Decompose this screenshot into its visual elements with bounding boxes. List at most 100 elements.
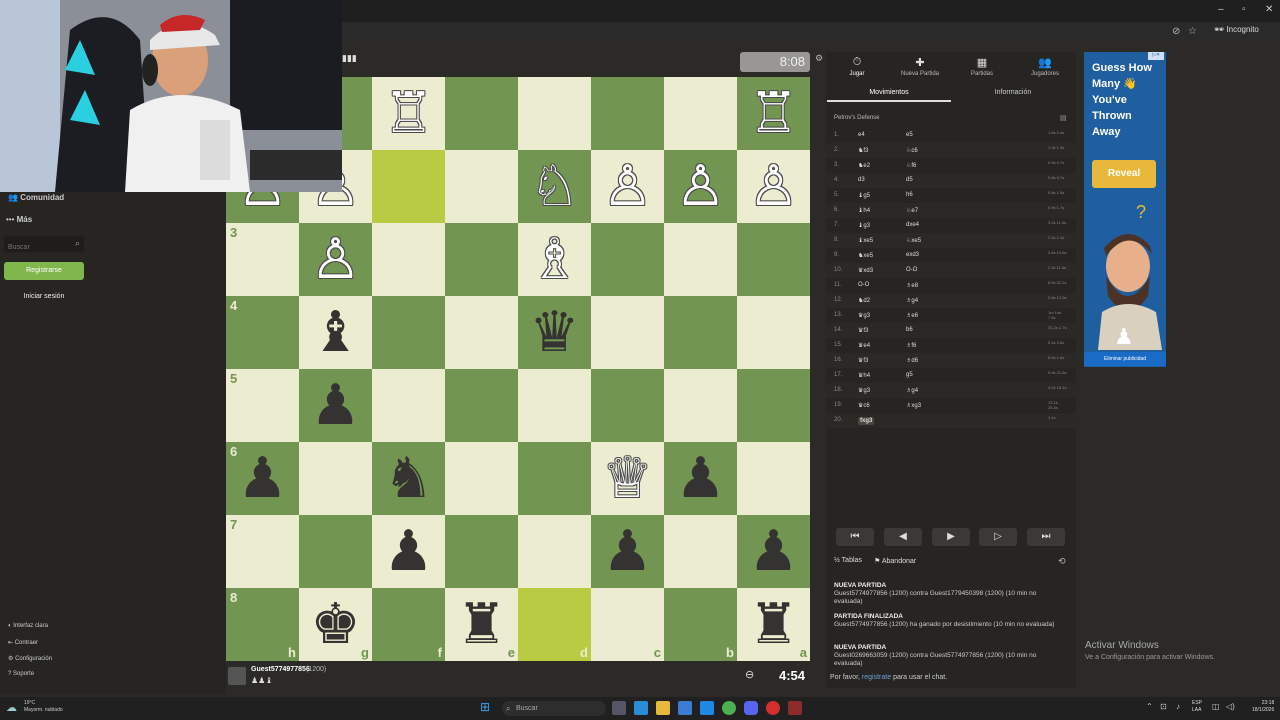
move-black[interactable]: O-O <box>906 267 917 273</box>
square-e5[interactable] <box>445 369 518 442</box>
square-h3[interactable]: 3 <box>226 223 299 296</box>
square-a3[interactable] <box>737 223 810 296</box>
square-b7[interactable] <box>664 515 737 588</box>
chess-piece[interactable]: ♕ <box>591 442 664 515</box>
square-b8[interactable]: b <box>664 588 737 661</box>
square-f1[interactable]: ♖ <box>372 77 445 150</box>
move-white[interactable]: ♛xd3 <box>858 267 873 274</box>
sidebar-search[interactable]: ⌕ <box>4 236 84 255</box>
incognito-indicator[interactable]: 🕶 Incognito <box>1214 25 1259 34</box>
tray-chevron-icon[interactable]: ⌃ <box>1146 702 1153 711</box>
language-indicator[interactable]: ESP LAA <box>1192 700 1202 714</box>
edge-icon[interactable] <box>634 701 648 715</box>
ad-choices-icon[interactable]: ▷✕ <box>1148 52 1164 60</box>
tab-play[interactable]: ⏱ Jugar <box>826 56 888 77</box>
last-move-button[interactable]: ⏭ <box>1027 528 1065 546</box>
move-black[interactable]: ♘c6 <box>906 147 918 154</box>
book-icon[interactable]: ▤ <box>1060 114 1067 122</box>
move-black[interactable]: ♗g4 <box>906 387 918 394</box>
square-a8[interactable]: a ♜ <box>737 588 810 661</box>
avatar[interactable] <box>228 667 246 685</box>
square-c4[interactable] <box>591 296 664 369</box>
square-g7[interactable] <box>299 515 372 588</box>
discord-icon[interactable] <box>744 701 758 715</box>
move-black[interactable]: ♗d6 <box>906 357 918 364</box>
move-black[interactable]: ♗xg3 <box>906 402 921 409</box>
square-d4[interactable]: ♛ <box>518 296 591 369</box>
square-f8[interactable]: f <box>372 588 445 661</box>
move-white[interactable]: e4 <box>858 132 865 138</box>
move-black[interactable]: h6 <box>906 192 913 198</box>
chess-piece[interactable]: ♚ <box>299 588 372 661</box>
network-icon[interactable]: ⊡ <box>1160 702 1167 711</box>
tab-players[interactable]: 👥 Jugadores <box>1014 56 1076 77</box>
active-browser-icon[interactable] <box>788 701 802 715</box>
volume-icon[interactable]: ◁) <box>1226 702 1235 711</box>
windows-start-icon[interactable]: ⊞ <box>480 700 490 714</box>
chess-piece[interactable]: ♖ <box>737 77 810 150</box>
maximize-icon[interactable]: ▫ <box>1242 4 1246 15</box>
move-white[interactable]: ♛c6 <box>858 402 870 409</box>
chess-piece[interactable]: ♖ <box>372 77 445 150</box>
tab-games[interactable]: ▦ Partidas <box>951 56 1013 77</box>
square-d8[interactable]: d <box>518 588 591 661</box>
weather-icon[interactable]: ☁ <box>6 701 17 714</box>
square-h5[interactable]: 5 <box>226 369 299 442</box>
square-d3[interactable]: ♗ <box>518 223 591 296</box>
square-g6[interactable] <box>299 442 372 515</box>
chess-piece[interactable]: ♝ <box>299 296 372 369</box>
tab-info[interactable]: Información <box>951 89 1075 100</box>
square-c8[interactable]: c <box>591 588 664 661</box>
square-b4[interactable] <box>664 296 737 369</box>
square-c2[interactable]: ♙ <box>591 150 664 223</box>
draw-button[interactable]: ½ Tablas <box>834 557 862 564</box>
chess-piece[interactable]: ♜ <box>737 588 810 661</box>
square-f6[interactable]: ♞ <box>372 442 445 515</box>
eye-off-icon[interactable]: ⊘ <box>1172 26 1180 37</box>
prev-move-button[interactable]: ◀ <box>884 528 922 546</box>
square-b6[interactable]: ♟ <box>664 442 737 515</box>
next-move-button[interactable]: ▷ <box>979 528 1017 546</box>
move-black[interactable]: e5 <box>906 132 913 138</box>
square-e7[interactable] <box>445 515 518 588</box>
square-a2[interactable]: ♙ <box>737 150 810 223</box>
star-icon[interactable]: ☆ <box>1188 26 1197 37</box>
square-f3[interactable] <box>372 223 445 296</box>
square-a1[interactable]: ♖ <box>737 77 810 150</box>
register-link[interactable]: registrate <box>862 674 891 681</box>
nav-support[interactable]: ? Soporte <box>8 671 34 677</box>
chess-piece[interactable]: ♙ <box>591 150 664 223</box>
square-c5[interactable] <box>591 369 664 442</box>
square-b2[interactable]: ♙ <box>664 150 737 223</box>
mic-icon[interactable]: ♪ <box>1176 702 1180 711</box>
move-black[interactable]: ♗f6 <box>906 342 916 349</box>
nav-more[interactable]: ••• Más <box>6 215 32 224</box>
move-white[interactable]: ♛f3 <box>858 327 868 334</box>
task-view-icon[interactable] <box>612 701 626 715</box>
nav-community[interactable]: 👥 Comunidad <box>8 193 64 202</box>
move-black[interactable]: ♗e6 <box>906 312 918 319</box>
tab-new-game[interactable]: ✚ Nueva Partida <box>889 56 951 77</box>
move-white[interactable]: d3 <box>858 177 865 183</box>
move-white[interactable]: ♛h4 <box>858 372 870 379</box>
recording-app-icon[interactable] <box>766 701 780 715</box>
move-black[interactable]: d5 <box>906 177 913 183</box>
square-c6[interactable]: ♕ <box>591 442 664 515</box>
chess-piece[interactable]: ♟ <box>372 515 445 588</box>
first-move-button[interactable]: ⏮ <box>836 528 874 546</box>
chess-piece[interactable]: ♙ <box>299 223 372 296</box>
chess-piece[interactable]: ♟ <box>664 442 737 515</box>
chess-piece[interactable]: ♜ <box>445 588 518 661</box>
store-icon[interactable] <box>678 701 692 715</box>
move-white[interactable]: ♛g3 <box>858 312 870 319</box>
square-g4[interactable]: ♝ <box>299 296 372 369</box>
square-e8[interactable]: e ♜ <box>445 588 518 661</box>
move-black[interactable]: ♗g4 <box>906 297 918 304</box>
chess-piece[interactable]: ♞ <box>372 442 445 515</box>
square-e4[interactable] <box>445 296 518 369</box>
system-clock[interactable]: 23:18 18/1/2026 <box>1252 700 1274 714</box>
file-explorer-icon[interactable] <box>656 701 670 715</box>
move-white[interactable]: ♝g5 <box>858 192 870 199</box>
close-window-icon[interactable]: ✕ <box>1265 4 1273 15</box>
square-f2[interactable] <box>372 150 445 223</box>
